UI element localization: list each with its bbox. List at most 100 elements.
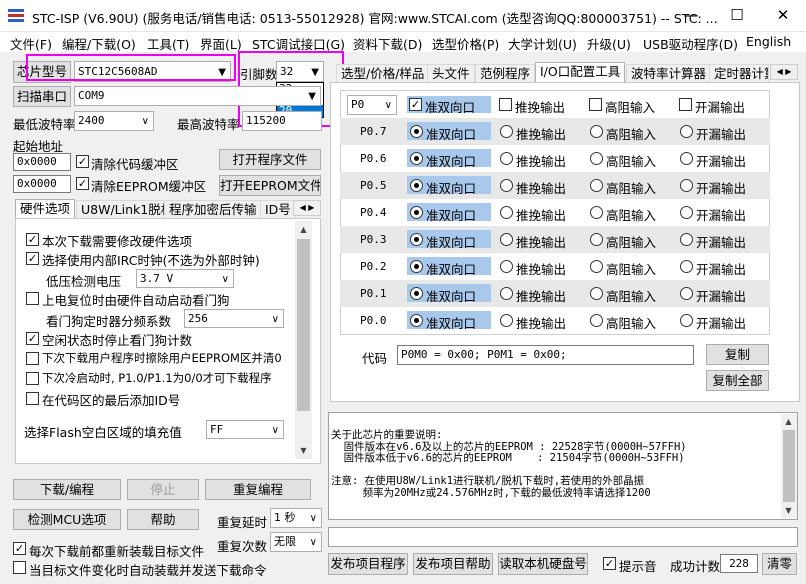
radio-button[interactable] (410, 233, 423, 246)
radio-button[interactable] (410, 179, 423, 192)
header-quasi-bidir[interactable]: ✓ 准双向口 (407, 96, 491, 115)
menu-docs[interactable]: 资料下载(D) (353, 34, 422, 53)
port-select-p0[interactable]: P0 ∨ (347, 95, 397, 115)
pin-mode-option[interactable]: 准双向口 (407, 176, 491, 196)
tab-encrypted-transfer[interactable]: 程序加密后传输 (164, 200, 262, 219)
tab-scroll-arrows[interactable]: ◀ ▶ (293, 200, 321, 216)
pin-mode-option[interactable]: 推挽输出 (497, 122, 577, 142)
repeat-program-button[interactable]: 重复编程 (205, 479, 311, 500)
tab-u8w-offline[interactable]: U8W/Link1脱机 (76, 200, 179, 219)
pin-mode-option[interactable]: 推挽输出 (497, 176, 577, 196)
radio-button[interactable] (590, 287, 603, 300)
info-scroll-up[interactable]: ▲ (781, 414, 796, 429)
radio-button[interactable] (680, 152, 693, 165)
options-scrollbar[interactable]: ▲ ▼ (295, 221, 312, 459)
radio-button[interactable] (590, 314, 603, 327)
pin-mode-option[interactable]: 推挽输出 (497, 284, 577, 304)
radio-button[interactable] (680, 287, 693, 300)
radio-button[interactable] (680, 206, 693, 219)
header-quasi-checkbox[interactable]: ✓ (409, 98, 422, 111)
publish-project-button[interactable]: 发布项目程序 (328, 553, 408, 575)
radio-button[interactable] (500, 233, 513, 246)
pin-mode-option[interactable]: 高阻输入 (587, 203, 667, 223)
radio-button[interactable] (590, 206, 603, 219)
publish-help-button[interactable]: 发布项目帮助 (413, 553, 493, 575)
copy-button[interactable]: 复制 (706, 344, 769, 365)
info-scroll-down[interactable]: ▼ (781, 503, 796, 518)
clear-code-checkbox[interactable]: ✓ (76, 155, 89, 168)
beep-checkbox[interactable]: ✓ (603, 557, 616, 570)
scroll-down-arrow[interactable]: ▼ (296, 443, 311, 458)
radio-button[interactable] (590, 233, 603, 246)
internal-irc-checkbox[interactable]: ✓ (26, 252, 39, 265)
menu-price[interactable]: 选型价格(P) (432, 34, 499, 53)
scroll-thumb[interactable] (297, 239, 310, 411)
pin-mode-option[interactable]: 准双向口 (407, 257, 491, 277)
maximize-button[interactable]: ☐ (714, 0, 760, 32)
pin-mode-option[interactable]: 开漏输出 (677, 176, 757, 196)
scroll-up-arrow[interactable]: ▲ (296, 222, 311, 237)
tab-selection-price[interactable]: 选型/价格/样品 (336, 64, 430, 83)
pin-mode-option[interactable]: 准双向口 (407, 203, 491, 223)
clear-eeprom-checkbox[interactable]: ✓ (76, 177, 89, 190)
radio-button[interactable] (590, 179, 603, 192)
eeprom-address-input[interactable]: 0x0000 (13, 175, 71, 193)
idle-wdt-checkbox[interactable]: ✓ (26, 332, 39, 345)
header-open-drain-checkbox[interactable] (679, 98, 692, 111)
radio-button[interactable] (590, 152, 603, 165)
detect-mcu-button[interactable]: 检测MCU选项 (13, 509, 121, 530)
radio-button[interactable] (590, 260, 603, 273)
max-baud-select[interactable]: 115200 (242, 111, 322, 131)
pin-mode-option[interactable]: 开漏输出 (677, 284, 757, 304)
radio-button[interactable] (500, 152, 513, 165)
tab-example-programs[interactable]: 范例程序 (475, 64, 536, 83)
pin-mode-option[interactable]: 开漏输出 (677, 203, 757, 223)
pin-mode-option[interactable]: 高阻输入 (587, 257, 667, 277)
pin-mode-option[interactable]: 准双向口 (407, 311, 491, 331)
radio-button[interactable] (500, 179, 513, 192)
tab-id-number[interactable]: ID号 (260, 200, 296, 219)
auto-send-checkbox[interactable] (13, 561, 26, 574)
radio-button[interactable] (500, 287, 513, 300)
pin-mode-option[interactable]: 开漏输出 (677, 149, 757, 169)
code-output-field[interactable]: P0M0 = 0x00; P0M1 = 0x00; (397, 345, 694, 365)
radio-button[interactable] (500, 206, 513, 219)
port-select[interactable]: COM9 ▼ (74, 86, 321, 106)
add-id-checkbox[interactable] (26, 392, 39, 405)
pin-mode-option[interactable]: 开漏输出 (677, 122, 757, 142)
menu-english[interactable]: English (746, 34, 791, 49)
radio-button[interactable] (410, 287, 423, 300)
menu-usb-driver[interactable]: USB驱动程序(D) (643, 34, 738, 53)
scan-port-button[interactable]: 扫描串口 (13, 86, 71, 107)
fill-value-select[interactable]: FF ∨ (206, 420, 284, 439)
open-program-file-button[interactable]: 打开程序文件 (219, 149, 321, 170)
code-address-input[interactable]: 0x0000 (13, 153, 71, 171)
info-scroll-thumb[interactable] (783, 430, 795, 502)
pin-mode-option[interactable]: 高阻输入 (587, 311, 667, 331)
clear-count-button[interactable]: 清零 (762, 553, 797, 575)
tab-timer-calculator[interactable]: 定时器计算 (709, 64, 769, 83)
auto-wdt-checkbox[interactable] (26, 292, 39, 305)
right-tab-scroll-arrows[interactable]: ◀ ▶ (770, 64, 798, 80)
radio-button[interactable] (680, 179, 693, 192)
pin-mode-option[interactable]: 准双向口 (407, 284, 491, 304)
pin-mode-option[interactable]: 开漏输出 (677, 311, 757, 331)
radio-button[interactable] (590, 125, 603, 138)
radio-button[interactable] (410, 125, 423, 138)
radio-button[interactable] (500, 125, 513, 138)
tab-header-file[interactable]: 头文件 (427, 64, 475, 83)
pin-mode-option[interactable]: 推挽输出 (497, 311, 577, 331)
erase-eeprom-checkbox[interactable] (26, 352, 39, 365)
modify-hw-checkbox[interactable]: ✓ (26, 233, 39, 246)
menu-university[interactable]: 大学计划(U) (508, 34, 577, 53)
lvd-select[interactable]: 3.7 V ∨ (136, 269, 234, 288)
pin-mode-option[interactable]: 开漏输出 (677, 230, 757, 250)
pin-mode-option[interactable]: 高阻输入 (587, 176, 667, 196)
menu-program[interactable]: 编程/下载(O) (62, 34, 136, 53)
menu-file[interactable]: 文件(F) (10, 34, 52, 53)
radio-button[interactable] (680, 233, 693, 246)
radio-button[interactable] (410, 314, 423, 327)
wdt-prescale-select[interactable]: 256 ∨ (184, 309, 284, 328)
copy-all-button[interactable]: 复制全部 (706, 370, 769, 391)
download-program-button[interactable]: 下载/编程 (13, 479, 121, 500)
